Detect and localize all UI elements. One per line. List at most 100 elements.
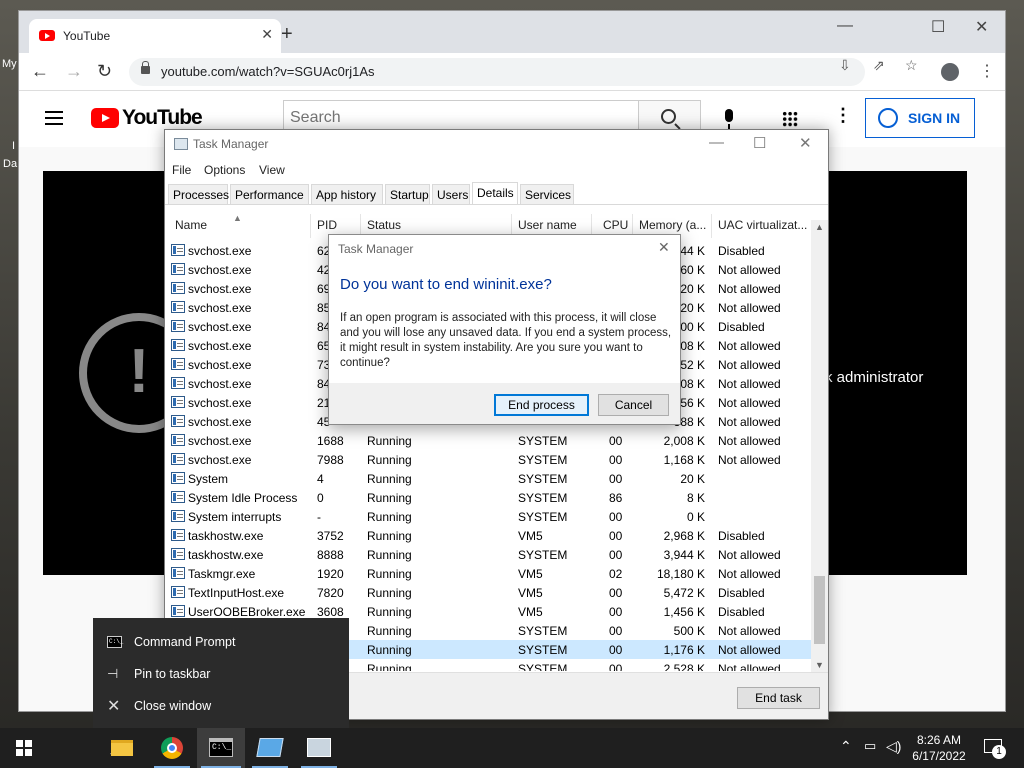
column-header-status[interactable]: Status — [367, 218, 507, 232]
cell-status: Running — [367, 567, 412, 581]
notification-badge: 1 — [992, 745, 1006, 759]
table-row[interactable]: taskhostw.exe 8888 Running SYSTEM 00 3,944 K N… — [165, 545, 811, 564]
chrome-button[interactable] — [148, 728, 196, 768]
omnibox[interactable]: youtube.com/watch?v=SGUAc0rj1As — [129, 58, 865, 86]
clock-date: 6/17/2022 — [912, 749, 966, 763]
table-row[interactable]: System interrupts - Running SYSTEM 00 0 K — [165, 507, 811, 526]
table-row[interactable]: System 4 Running SYSTEM 00 20 K — [165, 469, 811, 488]
chevron-up-icon[interactable]: ⌃ — [840, 738, 852, 755]
column-header-name[interactable]: Name — [175, 218, 305, 232]
close-icon[interactable]: ✕ — [799, 134, 812, 152]
tab-performance[interactable]: Performance — [230, 184, 309, 205]
volume-icon[interactable]: ◁) — [886, 738, 901, 755]
network-icon[interactable]: ▭ — [864, 738, 876, 754]
tab-details[interactable]: Details — [472, 182, 518, 205]
process-icon — [171, 548, 185, 560]
table-row[interactable]: taskhostw.exe 3752 Running VM5 00 2,968 K Disa… — [165, 526, 811, 545]
column-divider[interactable] — [711, 214, 712, 238]
tab-services[interactable]: Services — [520, 184, 574, 205]
install-icon[interactable]: ⇩ — [839, 57, 851, 74]
url-text[interactable]: youtube.com/watch?v=SGUAc0rj1As — [161, 64, 375, 79]
jump-item-close-window[interactable]: ✕ Close window — [93, 690, 349, 722]
jump-item-label: Command Prompt — [134, 635, 236, 649]
desktop-icon-label: Da — [3, 158, 18, 170]
minimize-icon[interactable]: — — [709, 134, 724, 151]
cell-pid: 7820 — [317, 586, 344, 600]
jump-item-command-prompt[interactable]: C:\_ Command Prompt — [93, 626, 349, 658]
column-divider[interactable] — [310, 214, 311, 238]
cell-user: VM5 — [518, 567, 543, 581]
table-row[interactable]: Taskmgr.exe 1920 Running VM5 02 18,180 K Not a… — [165, 564, 811, 583]
more-options-icon[interactable]: ⋮ — [834, 105, 852, 126]
process-icon — [171, 415, 185, 427]
bookmark-star-icon[interactable]: ☆ — [905, 57, 918, 74]
close-icon[interactable]: ✕ — [261, 26, 273, 43]
menu-options[interactable]: Options — [204, 163, 245, 177]
dialog-message: If an open program is associated with th… — [340, 312, 672, 369]
clock[interactable]: 8:26 AM 6/17/2022 — [904, 732, 974, 764]
task-manager-button[interactable] — [295, 728, 343, 768]
tab-processes[interactable]: Processes — [168, 184, 229, 205]
lock-icon[interactable] — [141, 61, 150, 74]
scroll-down-icon[interactable]: ▼ — [815, 660, 824, 670]
reload-icon[interactable]: ↻ — [97, 61, 112, 82]
table-row[interactable]: System Idle Process 0 Running SYSTEM 86 8 K — [165, 488, 811, 507]
menu-file[interactable]: File — [172, 163, 191, 177]
browser-tab[interactable]: YouTube ✕ — [29, 19, 281, 53]
microphone-icon[interactable] — [725, 109, 733, 129]
vertical-scrollbar[interactable]: ▲ ▼ — [811, 220, 828, 672]
cell-name: UserOOBEBroker.exe — [188, 605, 306, 619]
end-process-button[interactable]: End process — [494, 394, 589, 416]
youtube-logo-text[interactable]: YouTube — [122, 106, 203, 130]
tab-startup[interactable]: Startup — [385, 184, 430, 205]
cell-user: SYSTEM — [518, 510, 568, 524]
menu-icon[interactable]: ⋮ — [979, 61, 995, 81]
column-header-memory[interactable]: Memory (a... — [639, 218, 709, 232]
minimize-icon[interactable]: — — [837, 17, 853, 35]
app-button[interactable] — [246, 728, 294, 768]
column-header-user-name[interactable]: User name — [518, 218, 594, 232]
jump-item-pin-to-taskbar[interactable]: ⊣ Pin to taskbar — [93, 658, 349, 690]
sign-in-button[interactable]: SIGN IN — [865, 98, 975, 138]
start-button[interactable] — [0, 728, 48, 768]
forward-icon[interactable]: → — [65, 61, 83, 82]
cell-status: Running — [367, 605, 412, 619]
scroll-up-icon[interactable]: ▲ — [815, 222, 824, 232]
cancel-button[interactable]: Cancel — [598, 394, 669, 416]
process-icon — [171, 510, 185, 522]
cell-mem: 3,944 K — [663, 548, 705, 562]
maximize-icon[interactable]: ☐ — [931, 17, 945, 37]
menu-view[interactable]: View — [259, 163, 285, 177]
tab-app-history[interactable]: App history — [311, 184, 383, 205]
file-explorer-button[interactable] — [98, 728, 146, 768]
search-button[interactable] — [48, 728, 126, 768]
apps-grid-icon[interactable] — [782, 111, 798, 127]
table-row[interactable]: svchost.exe 7988 Running SYSTEM 00 1,168 K Not… — [165, 450, 811, 469]
tab-users[interactable]: Users — [432, 184, 470, 205]
youtube-logo-icon[interactable] — [91, 108, 119, 128]
close-icon[interactable]: ✕ — [658, 239, 670, 256]
cell-user: VM5 — [518, 605, 543, 619]
process-icon — [171, 472, 185, 484]
hamburger-menu-icon[interactable] — [45, 111, 63, 125]
column-header-pid[interactable]: PID — [317, 218, 357, 232]
taskbar: C:\_ ⌃ ▭ ◁) 8:26 AM 6/17/2022 1 — [0, 728, 1024, 768]
scrollbar-thumb[interactable] — [814, 576, 825, 644]
command-prompt-button[interactable]: C:\_ — [197, 728, 245, 768]
task-manager-icon — [307, 738, 331, 757]
table-row[interactable]: TextInputHost.exe 7820 Running VM5 00 5,472 K… — [165, 583, 811, 602]
back-icon[interactable]: ← — [31, 61, 49, 82]
maximize-icon[interactable]: ☐ — [753, 134, 766, 152]
cell-name: svchost.exe — [188, 301, 252, 315]
cell-user: SYSTEM — [518, 472, 568, 486]
end-task-button[interactable]: End task — [737, 687, 820, 709]
cell-name: svchost.exe — [188, 453, 252, 467]
column-header-uac[interactable]: UAC virtualizat... — [718, 218, 810, 232]
desktop-icon-label: My — [2, 58, 17, 70]
column-header-cpu[interactable]: CPU — [603, 218, 633, 232]
new-tab-button[interactable]: + — [281, 23, 293, 46]
table-row[interactable]: svchost.exe 1688 Running SYSTEM 00 2,008 K Not… — [165, 431, 811, 450]
share-icon[interactable]: ⇗ — [873, 57, 885, 74]
profile-icon[interactable] — [941, 63, 959, 81]
close-window-icon[interactable]: ✕ — [975, 17, 988, 37]
